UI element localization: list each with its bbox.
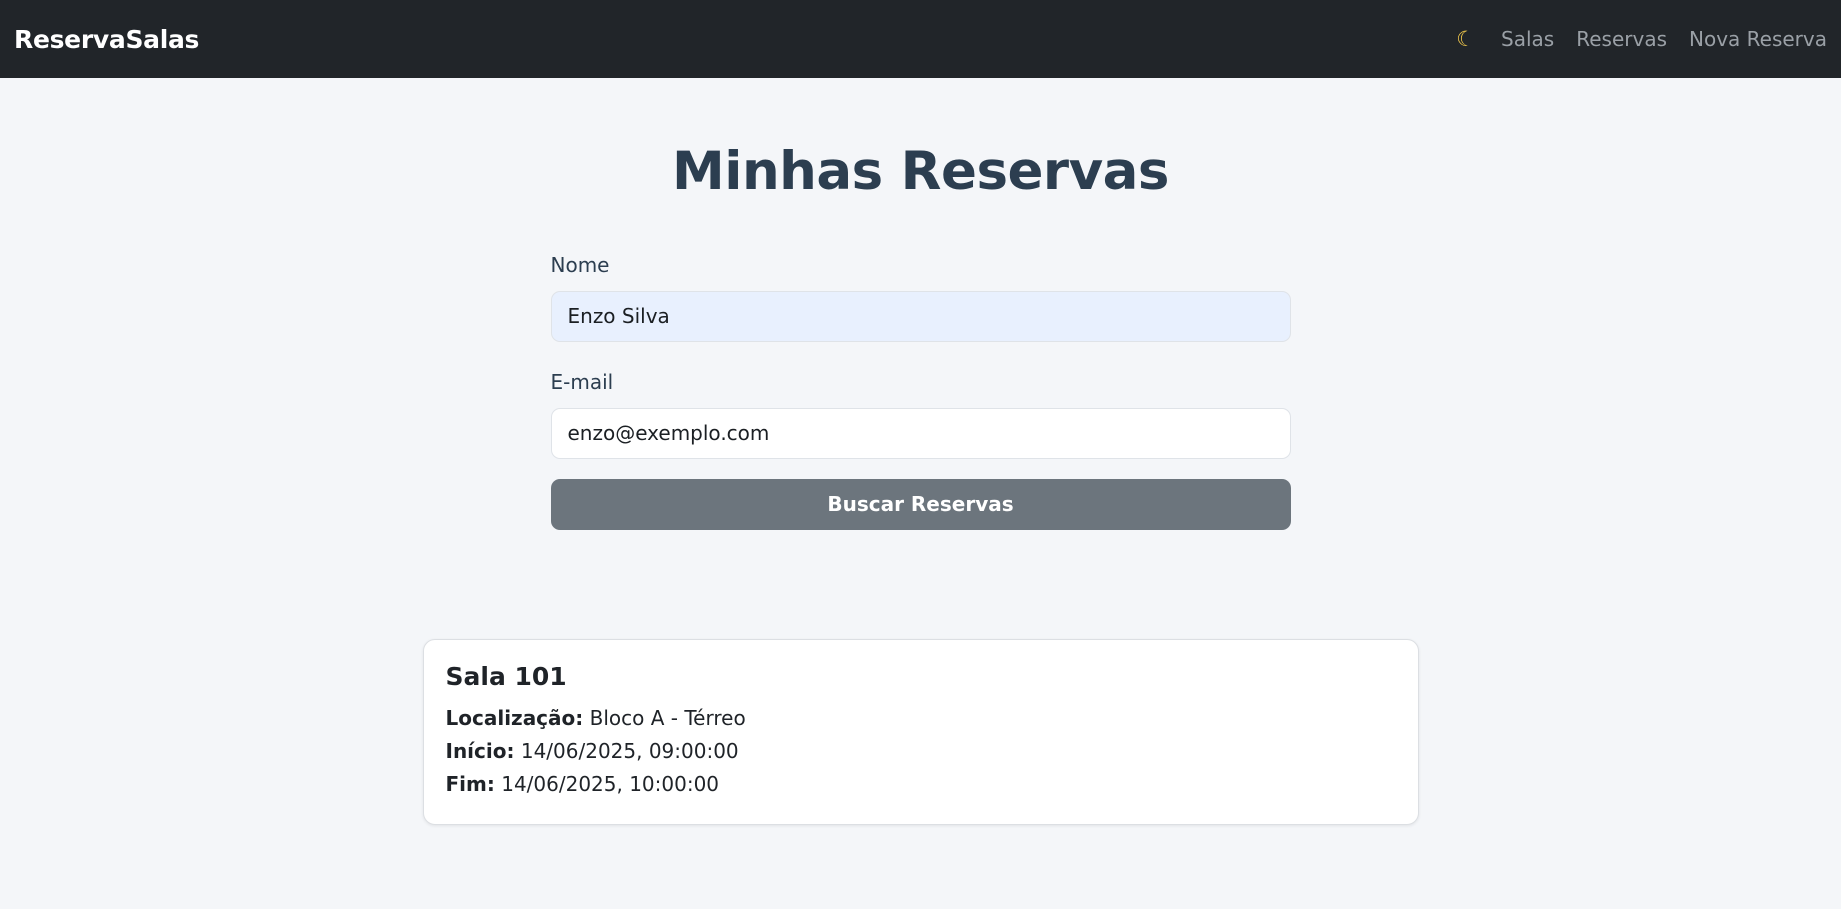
nav-links: ☾ Salas Reservas Nova Reserva bbox=[1456, 27, 1827, 51]
search-reservations-button[interactable]: Buscar Reservas bbox=[550, 478, 1291, 530]
reservations-list: Sala 101 Localização: Bloco A - Térreo I… bbox=[422, 638, 1419, 825]
moon-icon[interactable]: ☾ bbox=[1456, 27, 1475, 51]
room-name: Sala 101 bbox=[445, 661, 567, 691]
page-title: Minhas Reservas bbox=[672, 141, 1169, 202]
nav-link-nova-reserva[interactable]: Nova Reserva bbox=[1689, 27, 1827, 51]
nav-link-salas[interactable]: Salas bbox=[1501, 27, 1554, 51]
email-label: E-mail bbox=[550, 369, 614, 394]
name-input[interactable] bbox=[550, 290, 1291, 342]
start-label: Início: bbox=[445, 738, 515, 763]
end-line: Fim: 14/06/2025, 10:00:00 bbox=[446, 771, 1396, 797]
start-value: 14/06/2025, 09:00:00 bbox=[520, 738, 739, 763]
end-label: Fim: bbox=[445, 771, 495, 796]
brand-logo[interactable]: ReservaSalas bbox=[14, 25, 199, 54]
location-line: Localização: Bloco A - Térreo bbox=[446, 705, 1396, 731]
reservation-card: Sala 101 Localização: Bloco A - Térreo I… bbox=[422, 638, 1419, 825]
name-label: Nome bbox=[550, 252, 610, 277]
location-label: Localização: bbox=[445, 705, 584, 730]
top-navbar: ReservaSalas ☾ Salas Reservas Nova Reser… bbox=[0, 0, 1841, 78]
email-field-group: E-mail bbox=[550, 369, 1291, 459]
search-form: Nome E-mail Buscar Reservas bbox=[550, 252, 1291, 530]
email-input[interactable] bbox=[550, 407, 1291, 459]
location-value: Bloco A - Térreo bbox=[589, 705, 746, 730]
start-line: Início: 14/06/2025, 09:00:00 bbox=[446, 738, 1396, 764]
nav-link-reservas[interactable]: Reservas bbox=[1576, 27, 1667, 51]
name-field-group: Nome bbox=[550, 252, 1291, 342]
end-value: 14/06/2025, 10:00:00 bbox=[501, 771, 720, 796]
